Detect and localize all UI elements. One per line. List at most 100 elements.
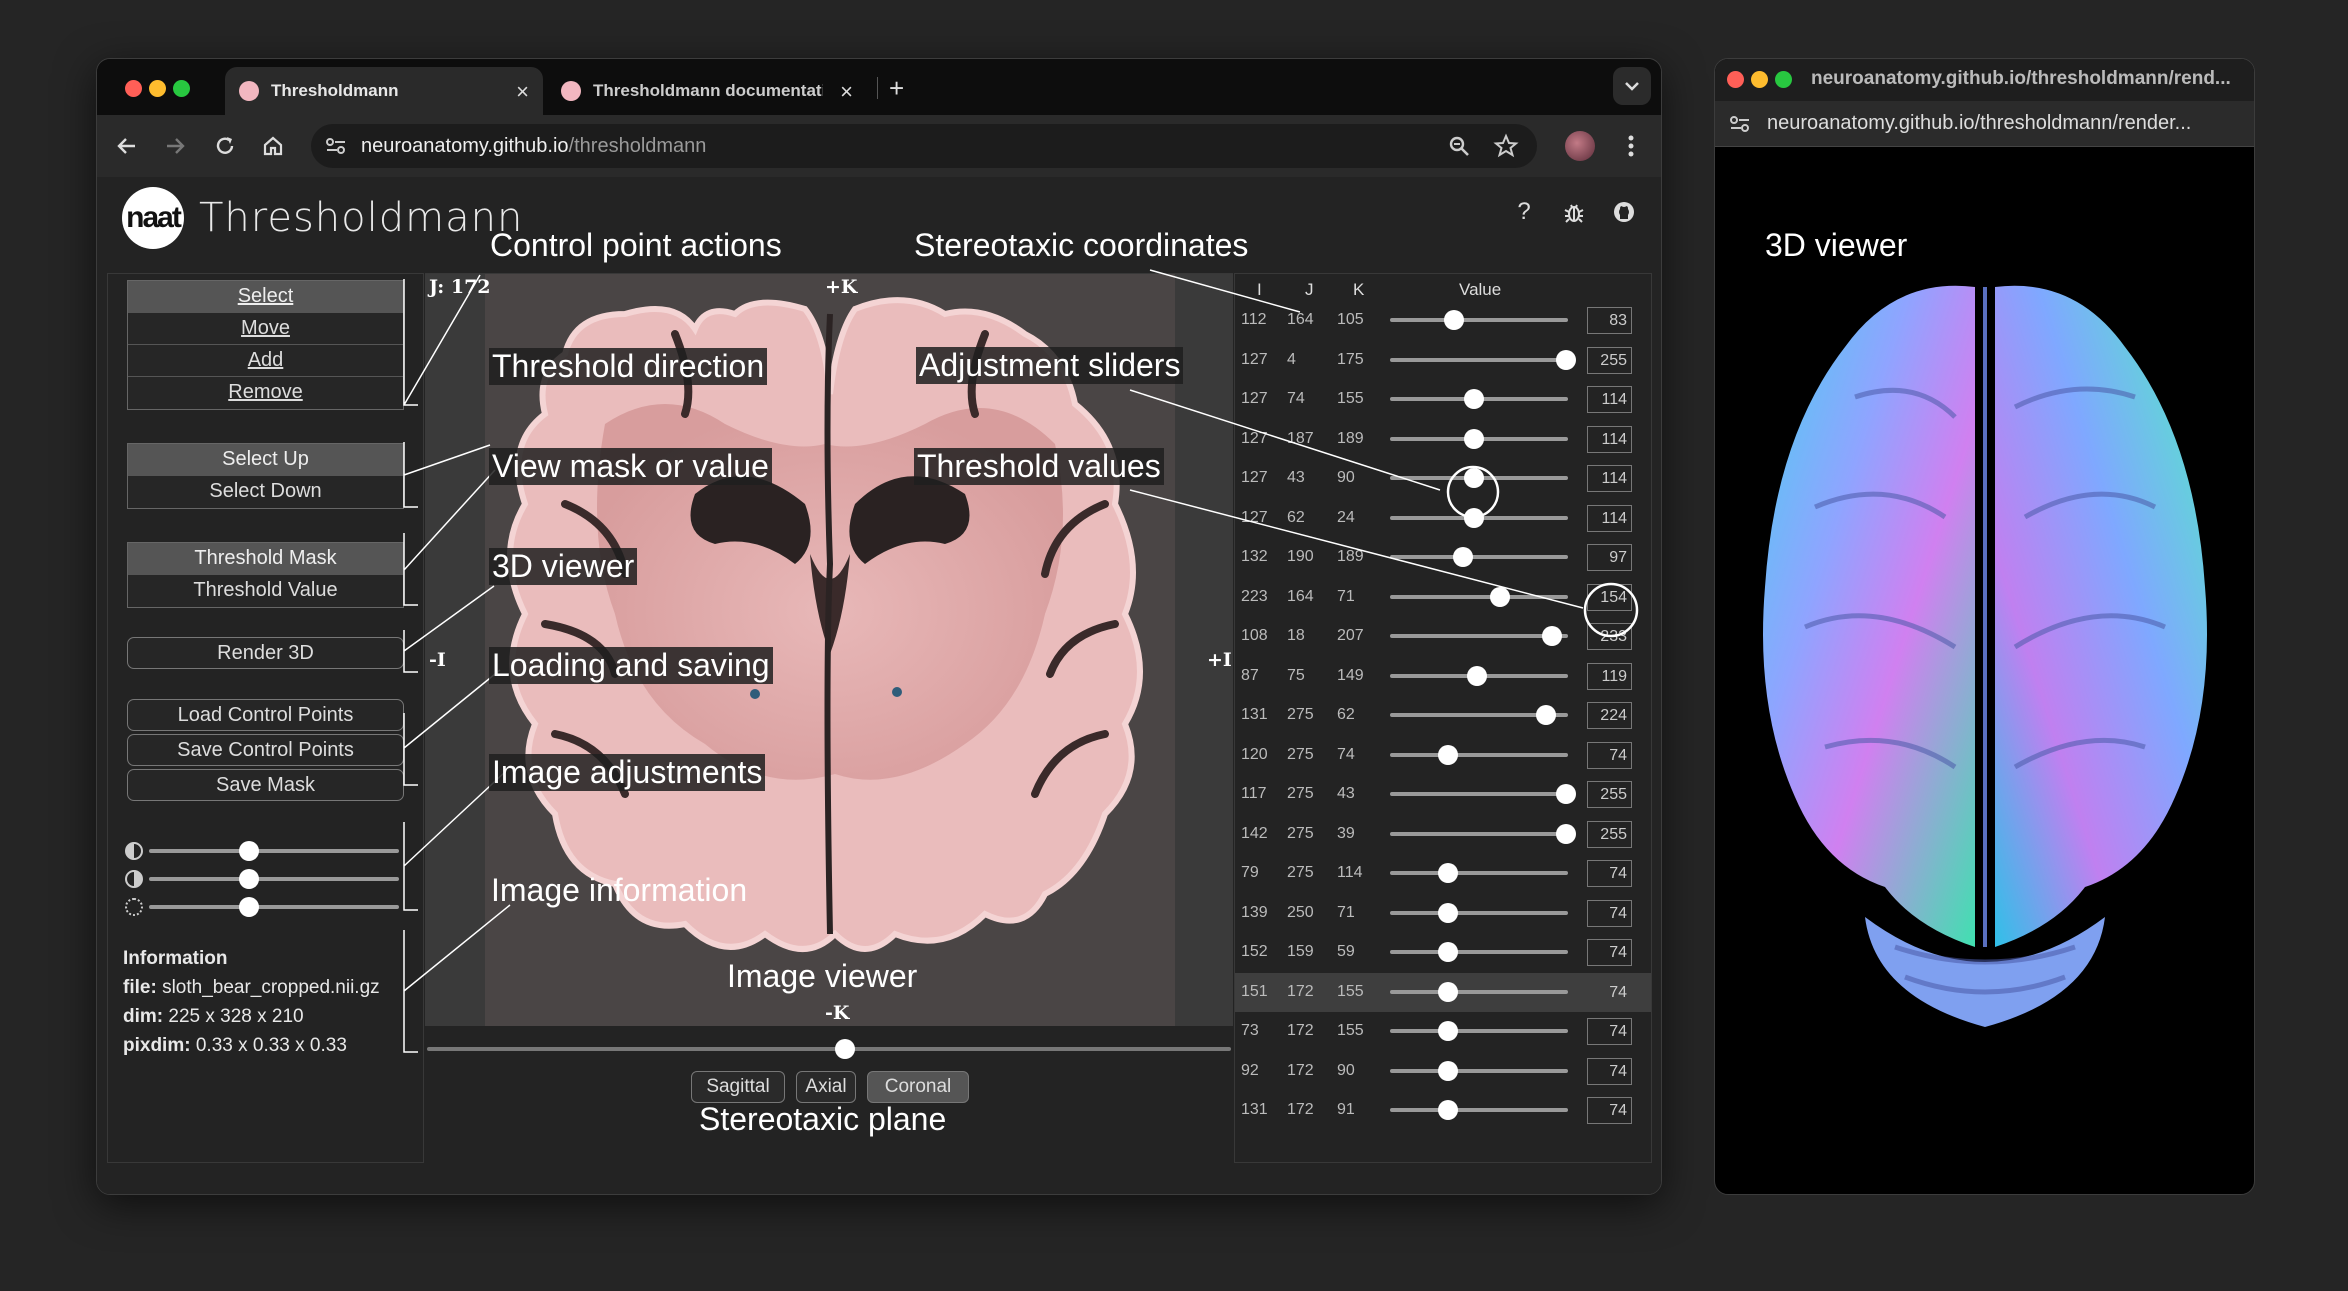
threshold-slider-track[interactable] — [1390, 318, 1568, 322]
site-settings-icon[interactable] — [325, 136, 347, 161]
remove-button[interactable]: Remove — [128, 377, 403, 409]
threshold-slider-track[interactable] — [1390, 989, 1568, 994]
back-icon[interactable] — [113, 132, 141, 160]
threshold-slider-thumb[interactable] — [1438, 942, 1459, 962]
table-row[interactable]: 73 172 155 74 — [1235, 1012, 1651, 1052]
maximize-window-button[interactable] — [173, 80, 190, 97]
table-row[interactable]: 131 172 91 74 — [1235, 1091, 1651, 1131]
threshold-value-field[interactable]: 114 — [1587, 504, 1632, 532]
table-row[interactable]: 127 62 24 114 — [1235, 499, 1651, 539]
github-icon[interactable] — [1609, 197, 1639, 227]
threshold-value-field[interactable]: 74 — [1587, 741, 1632, 769]
threshold-slider-track[interactable] — [1390, 792, 1568, 796]
slider-thumb[interactable] — [239, 841, 259, 861]
table-row[interactable]: 132 190 189 97 — [1235, 538, 1651, 578]
maximize-window-button[interactable] — [1775, 71, 1792, 88]
slider-thumb[interactable] — [834, 1039, 855, 1059]
threshold-slider-thumb[interactable] — [1556, 823, 1576, 844]
threshold-slider-track[interactable] — [1390, 555, 1568, 559]
table-row[interactable]: 142 275 39 255 — [1235, 815, 1651, 855]
threshold-slider-track[interactable] — [1390, 910, 1568, 915]
threshold-value-field[interactable]: 255 — [1587, 781, 1632, 808]
table-row[interactable]: 131 275 62 224 — [1235, 696, 1651, 736]
threshold-slider-thumb[interactable] — [1438, 1021, 1459, 1041]
threshold-slider-thumb[interactable] — [1438, 1100, 1459, 1120]
load-control-points-button[interactable]: Load Control Points — [127, 699, 404, 731]
tab-documentation[interactable]: Thresholdmann documentati × — [547, 67, 867, 115]
profile-avatar[interactable] — [1565, 131, 1595, 161]
close-window-button[interactable] — [125, 80, 142, 97]
help-icon[interactable]: ? — [1509, 197, 1539, 227]
close-window-button[interactable] — [1727, 71, 1744, 88]
minimize-window-button[interactable] — [1751, 71, 1768, 88]
brain-3d-render[interactable] — [1715, 147, 2255, 1195]
threshold-value-button[interactable]: Threshold Value — [128, 575, 403, 607]
brightness-slider[interactable] — [123, 840, 403, 862]
threshold-slider-thumb[interactable] — [1438, 1060, 1459, 1081]
table-row[interactable]: 152 159 59 74 — [1235, 933, 1651, 973]
new-tab-icon[interactable]: + — [889, 73, 904, 104]
threshold-slider-track[interactable] — [1390, 357, 1568, 362]
threshold-value-field[interactable]: 97 — [1587, 544, 1632, 571]
select-up-button[interactable]: Select Up — [128, 444, 403, 476]
more-menu-icon[interactable] — [1617, 132, 1645, 160]
threshold-value-field[interactable]: 114 — [1587, 465, 1632, 492]
threshold-slider-thumb[interactable] — [1438, 863, 1459, 883]
save-mask-button[interactable]: Save Mask — [127, 769, 404, 801]
table-row[interactable]: 117 275 43 255 — [1235, 775, 1651, 815]
threshold-value-field[interactable]: 224 — [1587, 702, 1632, 729]
axial-button[interactable]: Axial — [796, 1071, 856, 1103]
threshold-slider-thumb[interactable] — [1535, 705, 1556, 725]
threshold-value-field[interactable]: 154 — [1587, 583, 1632, 611]
threshold-slider-thumb[interactable] — [1556, 349, 1576, 370]
add-button[interactable]: Add — [128, 345, 403, 377]
control-point[interactable] — [750, 689, 760, 699]
threshold-slider-track[interactable] — [1390, 871, 1568, 875]
table-row[interactable]: 127 187 189 114 — [1235, 420, 1651, 460]
coronal-button[interactable]: Coronal — [867, 1071, 969, 1103]
threshold-value-field[interactable]: 83 — [1587, 307, 1632, 334]
table-row[interactable]: 127 4 175 255 — [1235, 341, 1651, 381]
forward-icon[interactable] — [161, 132, 189, 160]
table-row[interactable]: 108 18 207 233 — [1235, 617, 1651, 657]
threshold-value-field[interactable]: 74 — [1587, 939, 1632, 966]
slider-thumb[interactable] — [239, 897, 259, 917]
save-control-points-button[interactable]: Save Control Points — [127, 734, 404, 766]
table-row[interactable]: 92 172 90 74 — [1235, 1052, 1651, 1092]
threshold-slider-track[interactable] — [1390, 831, 1568, 836]
threshold-slider-track[interactable] — [1390, 950, 1568, 954]
threshold-value-field[interactable]: 74 — [1587, 1018, 1632, 1045]
select-button[interactable]: Select — [128, 281, 403, 313]
sagittal-button[interactable]: Sagittal — [691, 1071, 785, 1103]
threshold-value-field[interactable]: 74 — [1587, 1097, 1632, 1124]
threshold-slider-thumb[interactable] — [1464, 428, 1485, 449]
bookmark-star-icon[interactable] — [1493, 133, 1519, 164]
threshold-slider-thumb[interactable] — [1541, 626, 1562, 646]
threshold-value-field[interactable]: 74 — [1587, 1057, 1632, 1085]
threshold-slider-thumb[interactable] — [1556, 784, 1576, 804]
threshold-value-field[interactable]: 74 — [1587, 860, 1632, 887]
threshold-mask-button[interactable]: Threshold Mask — [128, 543, 403, 575]
threshold-slider-thumb[interactable] — [1453, 547, 1474, 567]
threshold-value-field[interactable]: 114 — [1587, 425, 1632, 453]
reload-icon[interactable] — [211, 132, 239, 160]
threshold-slider-thumb[interactable] — [1444, 310, 1465, 330]
threshold-slider-thumb[interactable] — [1438, 744, 1459, 765]
zoom-icon[interactable] — [1447, 134, 1471, 163]
threshold-slider-track[interactable] — [1390, 752, 1568, 757]
render-3d-button[interactable]: Render 3D — [127, 637, 404, 669]
home-icon[interactable] — [259, 132, 287, 160]
close-tab-icon[interactable]: × — [840, 79, 853, 105]
close-tab-icon[interactable]: × — [516, 79, 529, 105]
threshold-slider-thumb[interactable] — [1467, 665, 1488, 686]
tab-search-button[interactable] — [1613, 67, 1651, 105]
threshold-value-field[interactable]: 74 — [1587, 899, 1632, 927]
threshold-slider-thumb[interactable] — [1464, 468, 1485, 488]
threshold-value-field[interactable]: 233 — [1587, 623, 1632, 650]
gamma-slider[interactable] — [123, 896, 403, 918]
threshold-slider-track[interactable] — [1390, 1068, 1568, 1073]
threshold-value-field[interactable]: 114 — [1587, 386, 1632, 413]
threshold-value-field[interactable]: 74 — [1587, 979, 1632, 1006]
minimize-window-button[interactable] — [149, 80, 166, 97]
threshold-value-field[interactable]: 255 — [1587, 346, 1632, 374]
